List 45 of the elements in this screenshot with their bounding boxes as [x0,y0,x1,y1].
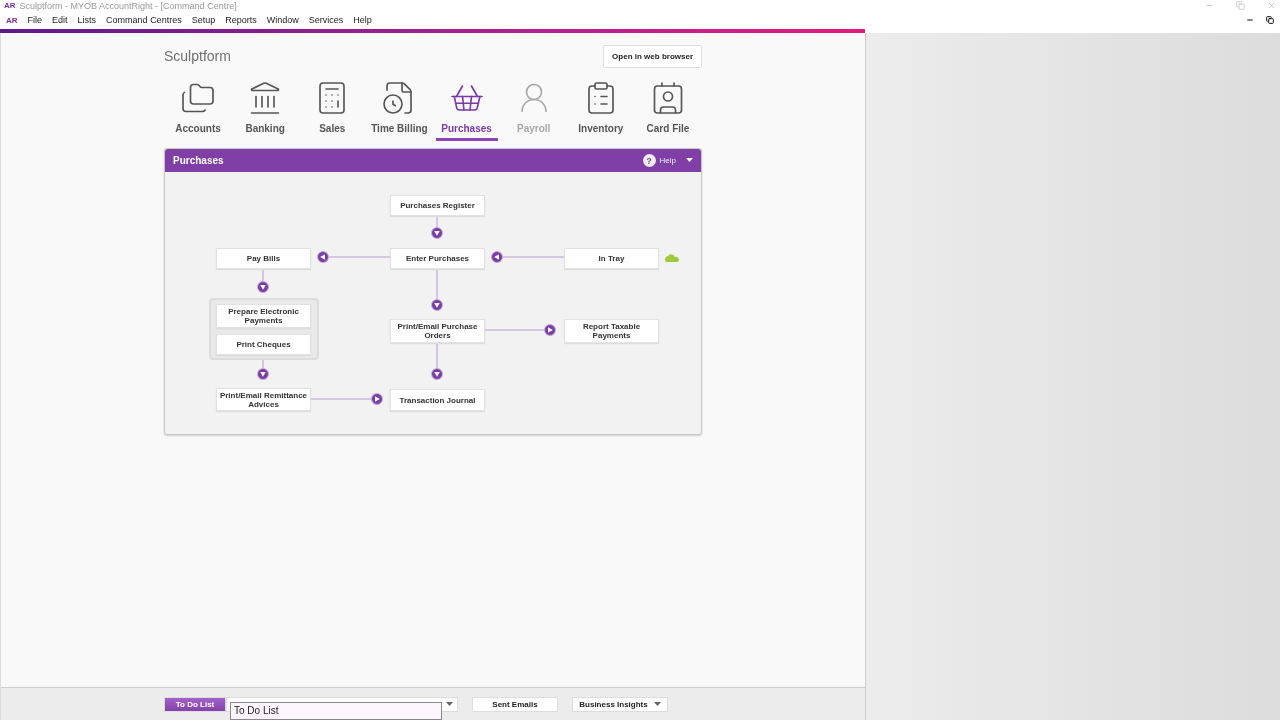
command-centre-tab[interactable]: Sales [301,80,364,141]
help-button[interactable]: ? Help [642,154,693,167]
company-name: Sculptform [164,48,231,64]
flow-node[interactable]: Report Taxable Payments [564,319,659,343]
app-logo: AR [4,1,16,10]
menu-item[interactable]: Help [353,15,372,25]
flow-node[interactable]: Print Cheques [216,334,311,355]
help-icon: ? [642,154,656,167]
bar-button[interactable]: To Do List [164,696,226,712]
flow-node[interactable]: Pay Bills [216,248,311,269]
menu-item[interactable]: Window [266,15,299,25]
caret-icon [686,158,693,163]
menu-item[interactable]: Services [308,15,344,25]
menu-item[interactable]: Reports [225,15,257,25]
menu-item[interactable]: Command Centres [106,15,182,25]
command-centre-tab[interactable]: Purchases [435,80,498,141]
panel-title: Purchases [173,155,225,166]
menu-item[interactable]: Lists [77,15,97,25]
menu-item[interactable]: File [27,15,43,25]
command-centre-tab[interactable]: Accounts [167,80,229,141]
caret-icon [446,701,453,707]
bar-button[interactable]: Sent Emails [472,696,558,712]
flow-node[interactable]: Transaction Journal [390,389,485,411]
tooltip: To Do List [230,702,442,720]
flow-node[interactable]: In Tray [564,248,659,269]
minimize-icon[interactable] [1246,16,1254,24]
command-centre-tab[interactable]: Inventory [569,80,632,141]
flow-node[interactable]: Purchases Register [390,195,485,216]
command-centre-tab[interactable]: Time Billing [368,80,431,141]
menu-item[interactable]: Edit [52,15,68,25]
close-icon[interactable] [1267,1,1276,10]
menu-item[interactable]: Setup [191,15,216,25]
flow-node[interactable]: Print/Email Purchase Orders [390,319,485,343]
flow-node[interactable]: Enter Purchases [390,248,485,269]
command-centre-tab[interactable]: Card File [637,80,699,141]
caret-icon [653,701,661,707]
dropdown-button[interactable]: Business Insights [572,696,668,712]
flow-node[interactable]: Print/Email Remittance Advices [216,388,311,411]
app-logo: AR [6,15,18,25]
restore-icon[interactable] [1266,16,1274,24]
window-title: Sculptform - MYOB AccountRight - [Command Centre] [19,0,237,11]
open-browser-button[interactable]: Open in web browser [603,44,702,68]
command-centre-tab[interactable]: Banking [234,80,297,141]
cloud-icon [664,254,679,262]
flow-node[interactable]: Prepare Electronic Payments [216,304,311,328]
